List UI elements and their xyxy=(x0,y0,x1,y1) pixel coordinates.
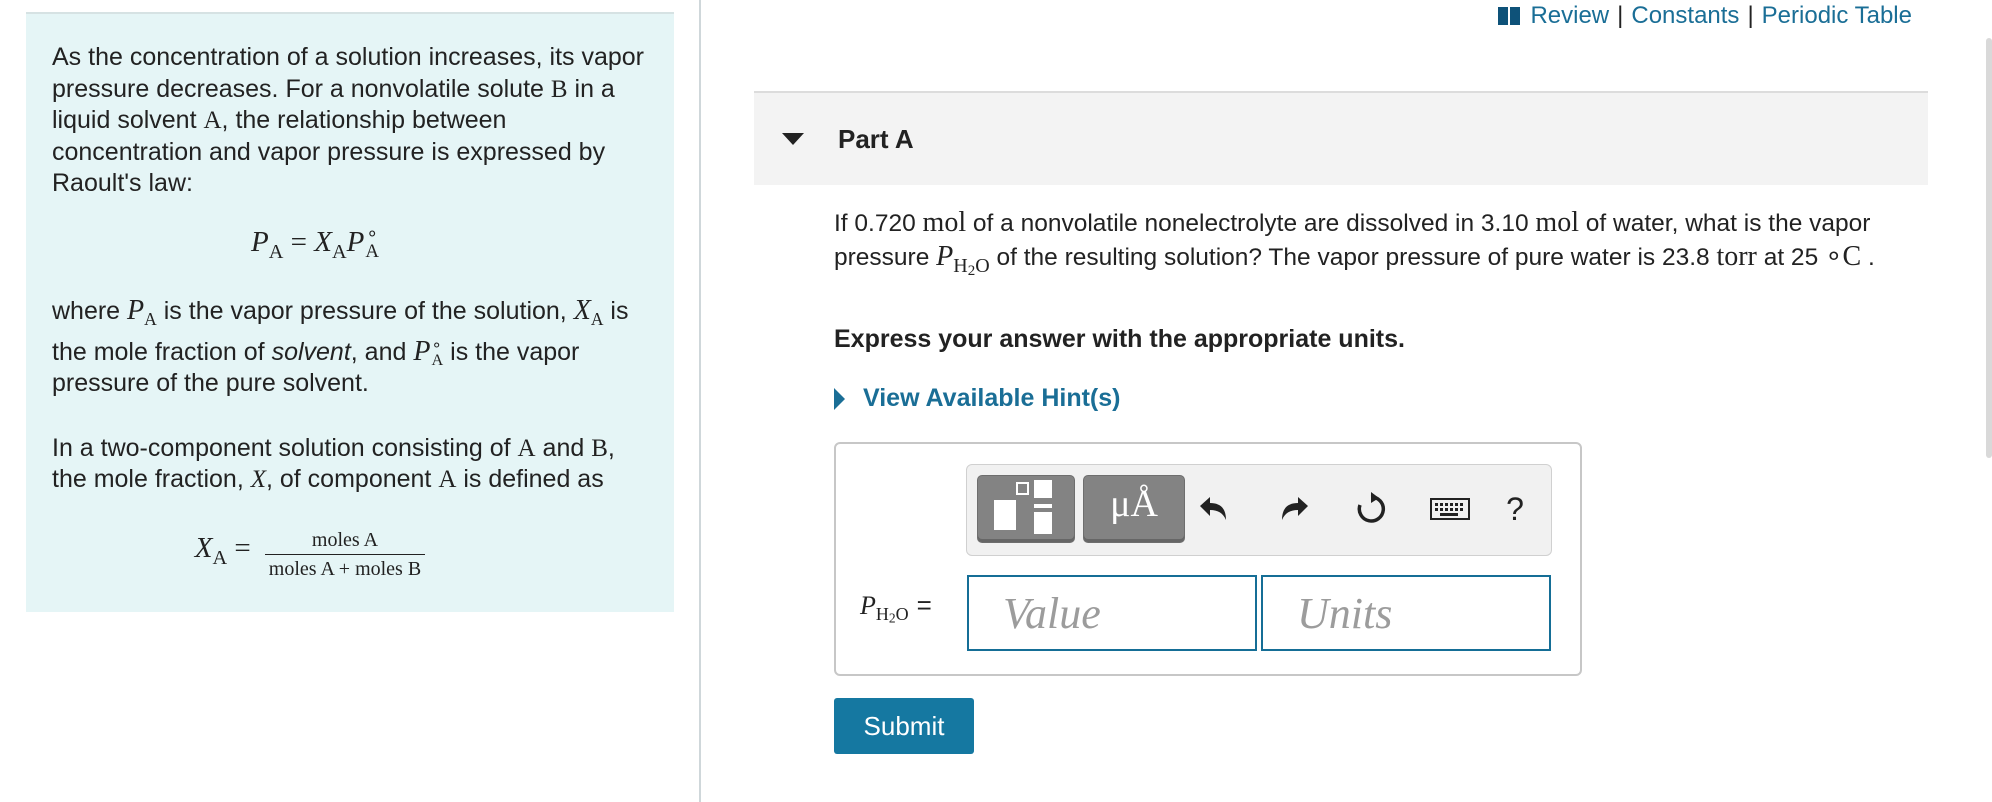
periodic-table-link[interactable]: Periodic Table xyxy=(1762,2,1912,30)
collapse-triangle-icon[interactable] xyxy=(782,133,804,145)
redo-icon[interactable] xyxy=(1273,487,1317,531)
submit-button[interactable]: Submit xyxy=(834,698,974,754)
constants-link[interactable]: Constants xyxy=(1631,2,1739,30)
part-header[interactable]: Part A xyxy=(754,91,1928,185)
value-input[interactable] xyxy=(967,575,1257,651)
question-text: If 0.720 mol of a nonvolatile nonelectro… xyxy=(834,207,1875,279)
template-icon xyxy=(994,500,1016,530)
definitions-paragraph: where PA is the vapor pressure of the so… xyxy=(52,295,629,398)
templates-button[interactable] xyxy=(977,475,1075,543)
info-panel: As the concentration of a solution incre… xyxy=(26,12,674,612)
scrollbar[interactable] xyxy=(1986,38,1992,458)
view-hints-link[interactable]: View Available Hint(s) xyxy=(834,384,1120,413)
review-link[interactable]: Review xyxy=(1530,2,1609,30)
mole-fraction-equation: XA = moles A moles A + moles B xyxy=(52,528,648,581)
keyboard-icon[interactable] xyxy=(1427,487,1473,531)
math-toolbar: μÅ ? xyxy=(966,464,1552,556)
fraction-denominator: moles A + moles B xyxy=(264,553,426,581)
resource-links: Review | Constants | Periodic Table xyxy=(1498,2,1912,30)
answer-instruction: Express your answer with the appropriate… xyxy=(834,325,1405,353)
units-input[interactable] xyxy=(1261,575,1551,651)
mole-fraction-paragraph: In a two-component solution consisting o… xyxy=(52,433,615,494)
units-button[interactable]: μÅ xyxy=(1083,475,1185,543)
answer-box: μÅ ? PH2O = xyxy=(834,442,1582,676)
help-icon[interactable]: ? xyxy=(1493,487,1537,531)
answer-variable-label: PH2O = xyxy=(860,590,932,626)
raoult-law-equation: PA = XAP ∘ A xyxy=(251,223,379,263)
expand-triangle-icon xyxy=(834,387,845,410)
intro-paragraph: As the concentration of a solution incre… xyxy=(52,43,644,197)
panel-divider xyxy=(699,0,701,802)
reset-icon[interactable] xyxy=(1349,487,1393,531)
book-icon xyxy=(1498,7,1521,25)
part-title: Part A xyxy=(838,123,914,154)
fraction-numerator: moles A xyxy=(311,528,379,551)
undo-icon[interactable] xyxy=(1191,487,1235,531)
